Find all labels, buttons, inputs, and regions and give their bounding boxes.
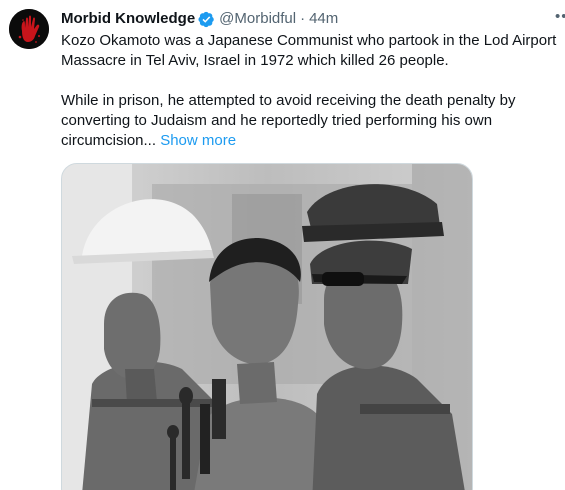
author-handle[interactable]: @Morbidful — [219, 9, 296, 29]
tweet-paragraph-2: While in prison, he attempted to avoid r… — [61, 91, 565, 151]
tweet-paragraph-1: Kozo Okamoto was a Japanese Communist wh… — [61, 31, 565, 71]
black-and-white-photo — [62, 164, 472, 490]
author-display-name[interactable]: Morbid Knowledge — [61, 9, 195, 29]
red-handprint-icon — [9, 9, 49, 49]
ellipsis-icon[interactable]: ••• — [555, 12, 565, 22]
avatar[interactable] — [9, 9, 49, 49]
tweet-line: circumcision... — [61, 132, 157, 149]
separator-dot: · — [300, 10, 306, 27]
tweet-line: Massacre in Tel Aviv, Israel in 1972 whi… — [61, 52, 449, 69]
tweet-media-photo[interactable] — [61, 163, 473, 490]
tweet-header: Morbid Knowledge @Morbidful · 44m — [61, 9, 338, 29]
tweet-text: Kozo Okamoto was a Japanese Communist wh… — [61, 31, 565, 151]
tweet-line: While in prison, he attempted to avoid r… — [61, 92, 516, 109]
timestamp[interactable]: 44m — [309, 9, 338, 29]
verified-badge-icon[interactable] — [198, 11, 215, 28]
tweet-line: converting to Judaism and he reportedly … — [61, 112, 493, 129]
show-more-link[interactable]: Show more — [160, 132, 236, 149]
tweet-line: Kozo Okamoto was a Japanese Communist wh… — [61, 32, 557, 49]
